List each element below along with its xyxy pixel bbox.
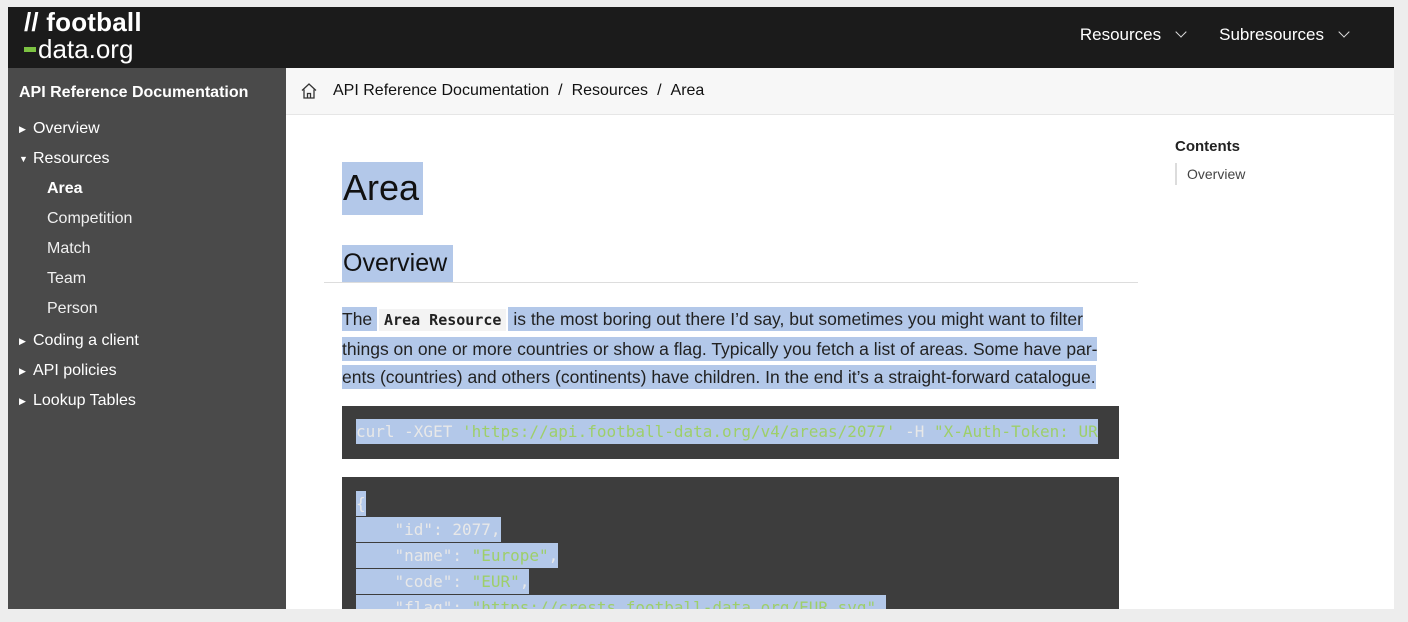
curl-cmd: curl -XGET (356, 422, 453, 441)
json-key: "id" (394, 520, 434, 539)
sidebar-subitem-competition[interactable]: Competition (19, 204, 279, 234)
sidebar-item-overview[interactable]: ▶ Overview (19, 114, 279, 144)
curl-url: 'https://api.football-data.org/v4/areas/… (461, 422, 896, 441)
sidebar-item-label: API policies (33, 362, 117, 379)
json-comma: , (490, 520, 501, 539)
logo-line-1: // football (24, 7, 142, 37)
json-lines: { "id": 2077, "name": "Europe", "code": … (342, 491, 886, 609)
caret-down-icon: ▼ (19, 154, 28, 164)
caret-right-icon: ▶ (19, 335, 26, 346)
browser-viewport: // football data.org Resources Subresour… (8, 7, 1394, 609)
nav-subresources-dropdown[interactable]: Subresources (1219, 25, 1350, 45)
caret-right-icon: ▶ (19, 365, 26, 376)
overview-paragraph: The Area Resource is the most boring out… (342, 305, 1112, 392)
json-response-block[interactable]: { "id": 2077, "name": "Europe", "code": … (342, 477, 1119, 609)
caret-right-icon: ▶ (19, 123, 26, 134)
top-header: // football data.org Resources Subresour… (8, 7, 1394, 68)
breadcrumb-separator: / (657, 82, 662, 99)
json-key: "name" (394, 546, 453, 565)
sidebar-subitem-match[interactable]: Match (19, 234, 279, 264)
site-logo[interactable]: // football data.org (24, 9, 142, 62)
json-line: "flag": "https://crests.football-data.or… (342, 595, 886, 609)
nav-subresources-label: Subresources (1219, 25, 1324, 44)
json-open-brace: { (356, 491, 366, 516)
logo-dash-icon (24, 46, 36, 52)
curl-command: curl -XGET 'https://api.football-data.or… (342, 418, 1098, 446)
nav-resources-label: Resources (1079, 25, 1162, 44)
sidebar-title[interactable]: API Reference Documentation (19, 84, 248, 102)
json-comma: , (519, 572, 530, 591)
json-comma: , (876, 598, 886, 609)
sidebar: API Reference Documentation ▶ Overview ▼… (8, 68, 286, 609)
sidebar-item-label: Overview (33, 120, 100, 137)
inline-code-area-resource: Area Resource (379, 309, 507, 331)
json-value: "EUR" (471, 572, 520, 591)
toc-title: Contents (1175, 138, 1240, 155)
sidebar-subitem-person[interactable]: Person (19, 294, 279, 324)
json-value: "https://crests.football-data.org/EUR.sv… (471, 598, 877, 609)
sidebar-subitem-team[interactable]: Team (19, 264, 279, 294)
json-value: 2077 (452, 520, 491, 539)
top-nav: Resources Subresources (1079, 25, 1350, 45)
paragraph-text: is the most boring out there I’d say, bu… (513, 307, 1083, 331)
page-title: Area (342, 162, 424, 215)
sidebar-item-label: Coding a client (33, 332, 139, 349)
chevron-down-icon (1338, 26, 1350, 38)
paragraph-text: ents (countries) and others (continents)… (342, 365, 1096, 389)
sidebar-item-label: Resources (33, 150, 110, 167)
curl-flag: -H (905, 422, 925, 441)
sidebar-subitem-area[interactable]: Area (19, 174, 279, 204)
json-line: "code": "EUR", (342, 569, 886, 595)
curl-code-block[interactable]: curl -XGET 'https://api.football-data.or… (342, 406, 1119, 459)
sidebar-item-label: Lookup Tables (33, 392, 136, 409)
breadcrumb-item-api-reference[interactable]: API Reference Documentation (333, 82, 549, 100)
chevron-down-icon (1175, 26, 1187, 38)
main-content: Area Overview The Area Resource is the m… (286, 115, 1394, 609)
json-key: "flag" (394, 598, 453, 609)
sidebar-item-lookup-tables[interactable]: ▶ Lookup Tables (19, 386, 279, 416)
sidebar-item-resources[interactable]: ▼ Resources (19, 144, 279, 174)
breadcrumb: API Reference Documentation / Resources … (286, 68, 1394, 115)
breadcrumb-item-resources[interactable]: Resources (572, 82, 648, 100)
sidebar-item-api-policies[interactable]: ▶ API policies (19, 356, 279, 386)
nav-resources-dropdown[interactable]: Resources (1079, 25, 1187, 45)
logo-line-2-text: data.org (38, 34, 134, 64)
json-line: "id": 2077, (342, 517, 886, 543)
json-line: { (342, 491, 886, 517)
paragraph-text: The (342, 307, 373, 331)
sidebar-nav: ▶ Overview ▼ Resources Area Competition … (19, 114, 279, 416)
logo-line-2: data.org (24, 36, 142, 62)
toc-link-overview[interactable]: Overview (1187, 166, 1245, 182)
table-of-contents: Contents Overview (1175, 138, 1245, 185)
section-heading-overview: Overview (342, 245, 454, 282)
curl-header: "X-Auth-Token: UR (934, 422, 1098, 441)
json-key: "code" (394, 572, 453, 591)
json-line: "name": "Europe", (342, 543, 886, 569)
toc-list: Overview (1175, 163, 1245, 185)
section-divider (324, 282, 1138, 283)
breadcrumb-separator: / (558, 82, 563, 99)
paragraph-text: things on one or more countries or show … (342, 336, 1098, 361)
home-icon[interactable] (300, 82, 318, 100)
caret-right-icon: ▶ (19, 395, 26, 406)
json-value: "Europe" (471, 546, 549, 565)
breadcrumb-item-area: Area (670, 82, 705, 99)
sidebar-item-coding-a-client[interactable]: ▶ Coding a client (19, 326, 279, 356)
json-comma: , (548, 546, 559, 565)
